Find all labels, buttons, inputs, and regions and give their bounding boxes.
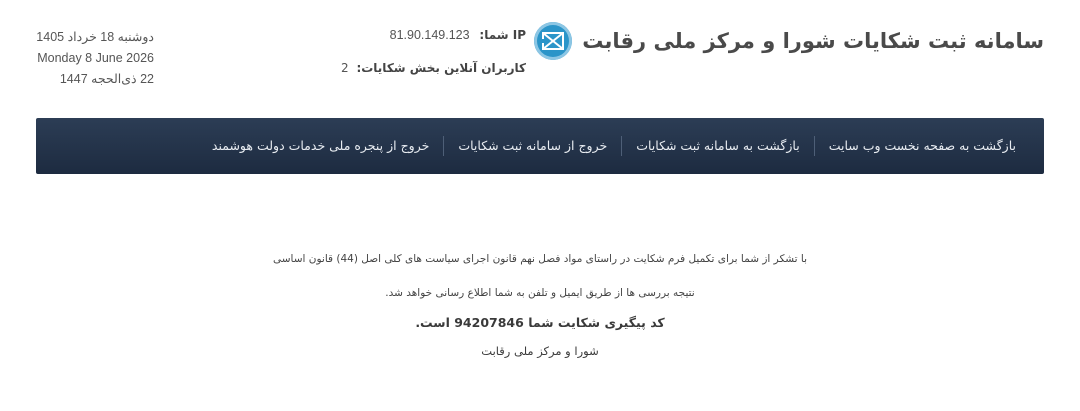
envelope-logo-icon bbox=[534, 22, 573, 60]
tracking-prefix: کد پیگیری شکایت شما bbox=[528, 315, 665, 330]
session-info: IP شما: 81.90.149.123 کاربران آنلاین بخش… bbox=[340, 27, 526, 76]
nav-item-exit-complaints[interactable]: خروج از سامانه ثبت شکایات bbox=[444, 136, 621, 156]
tracking-suffix: است. bbox=[415, 315, 450, 330]
site-title: سامانه ثبت شکایات شورا و مرکز ملی رقابت bbox=[582, 29, 1044, 53]
nav-item-back-to-complaints[interactable]: بازگشت به سامانه ثبت شکایات bbox=[622, 136, 814, 156]
nav-item-exit-gov-portal[interactable]: خروج از پنجره ملی خدمات دولت هوشمند bbox=[198, 136, 443, 156]
ip-line: IP شما: 81.90.149.123 bbox=[340, 27, 526, 43]
ip-value: 81.90.149.123 bbox=[389, 28, 470, 42]
nav-divider bbox=[813, 136, 815, 156]
date-persian: دوشنبه 18 خرداد 1405 bbox=[36, 30, 154, 44]
online-users-label: کاربران آنلاین بخش شکایات: bbox=[356, 61, 526, 75]
date-block: دوشنبه 18 خرداد 1405 Monday 8 June 2026 … bbox=[30, 27, 154, 90]
date-hijri: 22 ذی‌الحجه 1447 bbox=[59, 72, 154, 86]
nav-divider bbox=[443, 136, 445, 156]
date-gregorian: Monday 8 June 2026 bbox=[37, 51, 154, 65]
main-navbar: بازگشت به صفحه نخست وب سایت بازگشت به سا… bbox=[36, 118, 1044, 174]
signature-text: شورا و مرکز ملی رقابت bbox=[481, 344, 599, 358]
online-users-line: کاربران آنلاین بخش شکایات: 2 bbox=[340, 60, 526, 76]
result-notice-text: نتیجه بررسی ها از طریق ایمیل و تلفن به ش… bbox=[385, 287, 695, 299]
online-users-count: 2 bbox=[340, 61, 349, 75]
nav-divider bbox=[621, 136, 623, 156]
site-header-brand[interactable]: سامانه ثبت شکایات شورا و مرکز ملی رقابت bbox=[534, 22, 1044, 60]
ip-label: IP شما: bbox=[479, 28, 526, 42]
thanks-text: با تشکر از شما برای تکمیل فرم شکایت در ر… bbox=[272, 253, 807, 265]
confirmation-message: با تشکر از شما برای تکمیل فرم شکایت در ر… bbox=[0, 250, 1080, 358]
tracking-code-line: کد پیگیری شکایت شما 94207846 است. bbox=[0, 315, 1080, 330]
page: سامانه ثبت شکایات شورا و مرکز ملی رقابت … bbox=[0, 0, 1080, 411]
tracking-code: 94207846 bbox=[454, 315, 524, 330]
nav-item-home[interactable]: بازگشت به صفحه نخست وب سایت bbox=[815, 136, 1030, 156]
